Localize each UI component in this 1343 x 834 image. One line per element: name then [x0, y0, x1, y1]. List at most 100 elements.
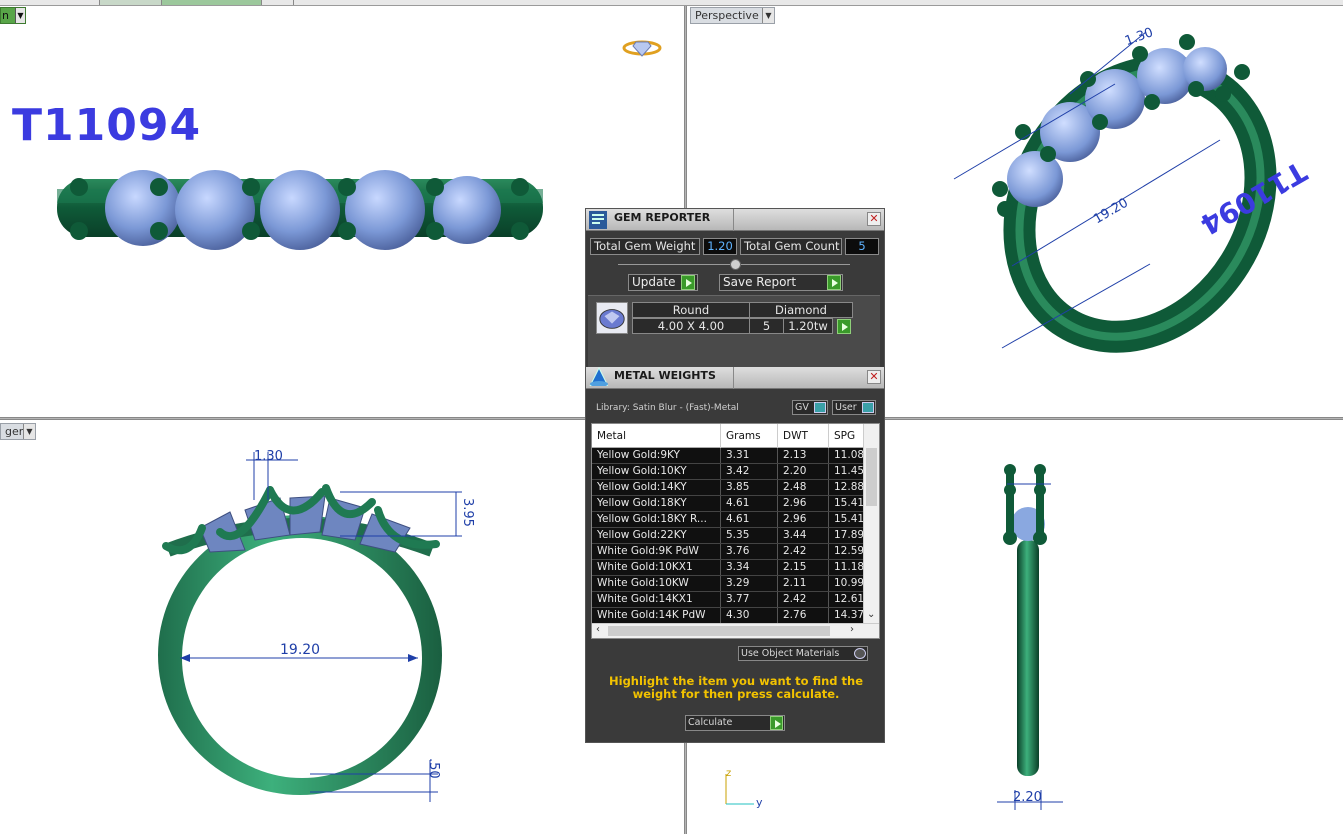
total-weight-value: 1.20 — [703, 238, 737, 255]
dwt-cell: 3.44 — [778, 528, 829, 543]
table-row[interactable]: White Gold:10KW 3.29 2.11 10.99 — [592, 576, 869, 592]
chevron-down-icon[interactable]: ▼ — [15, 8, 25, 23]
tab-segment[interactable] — [0, 0, 100, 5]
dwt-cell: 2.11 — [778, 576, 829, 591]
axis-y-label: y — [756, 796, 763, 809]
viewport-label-side[interactable]: ger ▼ — [0, 423, 36, 440]
tab-segment-active[interactable] — [162, 0, 262, 5]
top-tab-strip — [0, 0, 1343, 6]
prong-width-dim: 1.30 — [254, 449, 283, 464]
ring-side-view: 19.20 1.30 3.95 .50 — [158, 449, 475, 802]
gem-type: Diamond — [749, 302, 853, 318]
table-row[interactable]: White Gold:14K PdW 4.30 2.76 14.37 — [592, 608, 869, 624]
table-vertical-scrollbar[interactable]: ⌄ — [863, 424, 879, 624]
grams-cell: 3.76 — [721, 544, 778, 559]
chevron-down-icon[interactable]: ▼ — [762, 8, 774, 23]
chevron-down-icon[interactable]: ▼ — [23, 424, 35, 439]
metal-name-cell: Yellow Gold:9KY — [592, 448, 721, 463]
horizontal-scroll-thumb[interactable] — [608, 626, 830, 636]
gem-size: 4.00 X 4.00 — [632, 318, 750, 334]
model-title: T11094 — [12, 100, 202, 151]
table-row[interactable]: Yellow Gold:14KY 3.85 2.48 12.88 — [592, 480, 869, 496]
calculate-run-icon[interactable] — [770, 716, 783, 730]
metal-weights-header[interactable]: METAL WEIGHTS ✕ — [586, 366, 884, 389]
dwt-cell: 2.76 — [778, 608, 829, 623]
table-header: Metal Grams DWT SPG — [592, 424, 869, 448]
grams-cell: 3.34 — [721, 560, 778, 575]
metal-name-cell: Yellow Gold:18KY — [592, 496, 721, 511]
gem-row-run-icon[interactable] — [837, 319, 851, 334]
table-row[interactable]: White Gold:10KX1 3.34 2.15 11.18 — [592, 560, 869, 576]
table-row[interactable]: Yellow Gold:22KY 5.35 3.44 17.89 — [592, 528, 869, 544]
total-count-label: Total Gem Count — [740, 238, 842, 255]
grams-cell: 4.61 — [721, 512, 778, 527]
instruction-text: Highlight the item you want to find the … — [609, 674, 863, 701]
metal-name-cell: Yellow Gold:18KY R... — [592, 512, 721, 527]
close-icon[interactable]: ✕ — [867, 370, 881, 384]
ring-front-view — [57, 170, 543, 250]
table-row[interactable]: Yellow Gold:10KY 3.42 2.20 11.45 — [592, 464, 869, 480]
metal-name-cell: Yellow Gold:22KY — [592, 528, 721, 543]
table-row[interactable]: Yellow Gold:9KY 3.31 2.13 11.08 — [592, 448, 869, 464]
gem-count: 5 — [749, 318, 784, 334]
inner-diameter-dim: 19.20 — [280, 642, 320, 658]
metal-weights-table: Metal Grams DWT SPG Yellow Gold:9KY 3.31 2… — [591, 423, 880, 639]
library-label: Library: Satin Blur - (Fast)-Metal — [596, 403, 739, 413]
column-header-dwt[interactable]: DWT — [778, 424, 829, 448]
gem-reporter-title: GEM REPORTER — [614, 211, 711, 224]
side-width-dim: 2.20 — [1013, 790, 1042, 805]
band-thickness-dim: .50 — [426, 758, 441, 779]
viewport-label-perspective[interactable]: Perspective ▼ — [690, 7, 775, 24]
update-run-icon[interactable] — [681, 275, 695, 290]
grams-cell: 4.61 — [721, 496, 778, 511]
metal-name-cell: White Gold:14K PdW — [592, 608, 721, 623]
column-header-grams[interactable]: Grams — [721, 424, 778, 448]
gem-weight: 1.20tw — [783, 318, 833, 334]
tab-segment[interactable] — [100, 0, 162, 5]
grams-cell: 5.35 — [721, 528, 778, 543]
dwt-cell: 2.42 — [778, 544, 829, 559]
use-object-materials-toggle[interactable]: Use Object Materials — [738, 646, 868, 661]
gv-info-icon[interactable] — [814, 402, 826, 413]
table-row[interactable]: White Gold:14KX1 3.77 2.42 12.61 — [592, 592, 869, 608]
viewport-label-front[interactable]: n ▼ — [0, 7, 26, 24]
chevron-down-icon[interactable]: ⌄ — [867, 609, 875, 620]
total-count-value: 5 — [845, 238, 879, 255]
save-report-button[interactable]: Save Report — [719, 274, 843, 291]
user-toggle[interactable]: User — [832, 400, 876, 415]
persp-prong-dim: 1.30 — [1123, 25, 1155, 49]
metal-name-cell: White Gold:14KX1 — [592, 592, 721, 607]
chevron-left-icon[interactable]: ‹ — [596, 624, 600, 635]
panel-slider-handle[interactable] — [730, 259, 741, 270]
gv-toggle[interactable]: GV — [792, 400, 828, 415]
table-row[interactable]: Yellow Gold:18KY 4.61 2.96 15.41 — [592, 496, 869, 512]
report-icon — [589, 211, 607, 229]
chevron-right-icon[interactable]: › — [850, 624, 854, 635]
column-header-metal[interactable]: Metal — [592, 424, 721, 448]
round-diamond-icon — [596, 302, 628, 334]
ring-logo-icon — [622, 40, 662, 57]
table-row[interactable]: Yellow Gold:18KY R... 4.61 2.96 15.41 — [592, 512, 869, 528]
user-info-icon[interactable] — [862, 402, 874, 413]
table-row[interactable]: White Gold:9K PdW 3.76 2.42 12.59 — [592, 544, 869, 560]
save-report-run-icon[interactable] — [827, 275, 841, 290]
metal-name-cell: Yellow Gold:10KY — [592, 464, 721, 479]
gem-shape: Round — [632, 302, 750, 318]
dwt-cell: 2.15 — [778, 560, 829, 575]
metal-name-cell: White Gold:9K PdW — [592, 544, 721, 559]
table-horizontal-scrollbar[interactable]: ‹ › — [592, 623, 879, 638]
close-icon[interactable]: ✕ — [867, 212, 881, 226]
radio-icon[interactable] — [854, 648, 866, 659]
tab-segment[interactable] — [262, 0, 294, 5]
grams-cell: 3.77 — [721, 592, 778, 607]
height-dim: 3.95 — [460, 498, 475, 527]
gem-reporter-header[interactable]: GEM REPORTER ✕ — [586, 209, 884, 231]
ring-perspective-view: 19.20 1.30 T11094 — [953, 25, 1312, 353]
grams-cell: 3.31 — [721, 448, 778, 463]
vertical-scroll-thumb[interactable] — [866, 448, 877, 506]
grams-cell: 3.42 — [721, 464, 778, 479]
grams-cell: 3.85 — [721, 480, 778, 495]
axis-z-label: z — [726, 768, 731, 779]
total-weight-label: Total Gem Weight — [590, 238, 700, 255]
dwt-cell: 2.20 — [778, 464, 829, 479]
